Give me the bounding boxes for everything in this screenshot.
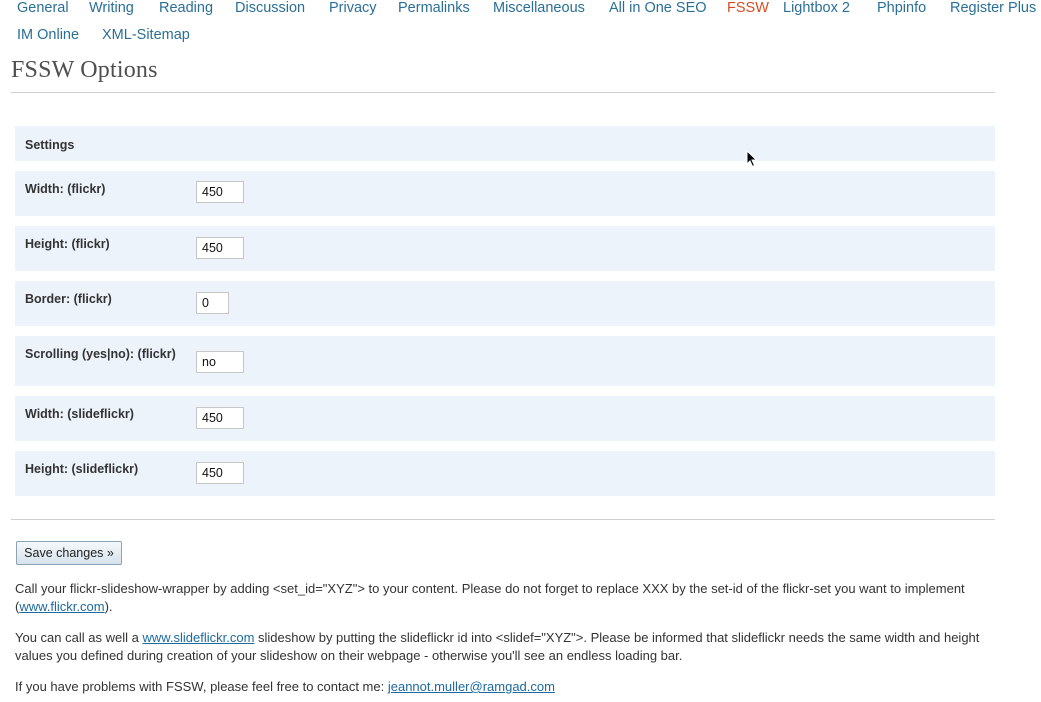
tab-privacy[interactable]: Privacy bbox=[329, 0, 377, 16]
field-label: Scrolling (yes|no): (flickr) bbox=[25, 347, 176, 361]
settings-header-row: Settings bbox=[15, 126, 995, 161]
save-changes-button[interactable]: Save changes » bbox=[16, 541, 122, 565]
slideflickr-link[interactable]: www.slideflickr.com bbox=[142, 630, 254, 645]
contact-email-link[interactable]: jeannot.muller@ramgad.com bbox=[388, 679, 555, 694]
tab-fssw[interactable]: FSSW bbox=[727, 0, 769, 16]
scrolling-flickr-input[interactable] bbox=[196, 351, 244, 373]
settings-row-height-flickr: Height: (flickr) bbox=[15, 226, 995, 271]
tab-miscellaneous[interactable]: Miscellaneous bbox=[493, 0, 585, 16]
tab-phpinfo[interactable]: Phpinfo bbox=[877, 0, 926, 16]
form-divider bbox=[11, 519, 995, 520]
tab-lightbox-2[interactable]: Lightbox 2 bbox=[783, 0, 850, 16]
tab-writing[interactable]: Writing bbox=[89, 0, 134, 16]
tab-permalinks[interactable]: Permalinks bbox=[398, 0, 470, 16]
width-slideflickr-input[interactable] bbox=[196, 407, 244, 429]
settings-row-width-slideflickr: Width: (slideflickr) bbox=[15, 396, 995, 441]
mouse-cursor-icon bbox=[746, 150, 758, 168]
settings-row-scrolling-flickr: Scrolling (yes|no): (flickr) bbox=[15, 336, 995, 386]
flickr-link[interactable]: www.flickr.com bbox=[19, 599, 104, 614]
border-flickr-input[interactable] bbox=[196, 292, 229, 314]
height-slideflickr-input[interactable] bbox=[196, 462, 244, 484]
settings-row-width-flickr: Width: (flickr) bbox=[15, 171, 995, 216]
help-paragraph-3: If you have problems with FSSW, please f… bbox=[15, 679, 555, 694]
tab-discussion[interactable]: Discussion bbox=[235, 0, 305, 16]
field-label: Height: (flickr) bbox=[25, 237, 110, 251]
help-paragraph-2: You can call as well a www.slideflickr.c… bbox=[15, 630, 980, 663]
tab-im-online[interactable]: IM Online bbox=[17, 27, 79, 43]
settings-header: Settings bbox=[25, 138, 75, 152]
tab-all-in-one-seo[interactable]: All in One SEO bbox=[609, 0, 707, 16]
field-label: Width: (flickr) bbox=[25, 182, 106, 196]
settings-row-border-flickr: Border: (flickr) bbox=[15, 281, 995, 326]
tab-reading[interactable]: Reading bbox=[159, 0, 213, 16]
page-title: FSSW Options bbox=[11, 57, 158, 83]
help-paragraph-1: Call your flickr-slideshow-wrapper by ad… bbox=[15, 581, 965, 614]
tab-general[interactable]: General bbox=[17, 0, 69, 16]
tab-xml-sitemap[interactable]: XML-Sitemap bbox=[102, 27, 190, 43]
field-label: Width: (slideflickr) bbox=[25, 407, 134, 421]
settings-row-height-slideflickr: Height: (slideflickr) bbox=[15, 451, 995, 496]
field-label: Border: (flickr) bbox=[25, 292, 112, 306]
height-flickr-input[interactable] bbox=[196, 237, 244, 259]
field-label: Height: (slideflickr) bbox=[25, 462, 139, 476]
title-divider bbox=[11, 92, 995, 93]
width-flickr-input[interactable] bbox=[196, 181, 244, 203]
tab-register-plus[interactable]: Register Plus bbox=[950, 0, 1036, 16]
